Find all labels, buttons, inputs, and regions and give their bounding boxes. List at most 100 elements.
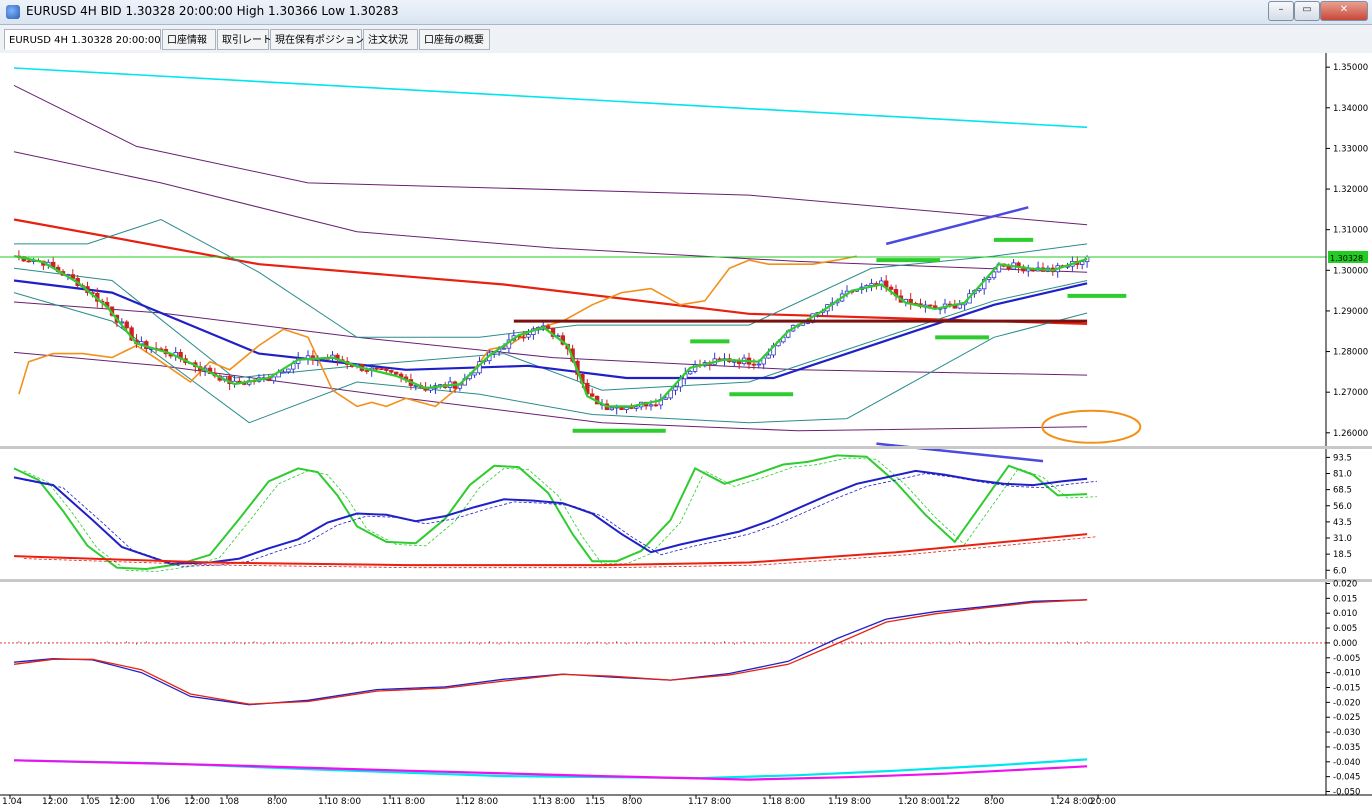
candle-body — [653, 404, 659, 407]
candle-body — [766, 354, 771, 359]
candle-body — [545, 325, 551, 329]
y-tick-label: 31.0 — [1333, 534, 1352, 544]
tab-orders[interactable]: 注文状況 — [363, 29, 418, 50]
y-tick-label: 43.5 — [1333, 518, 1352, 528]
tab-account-info[interactable]: 口座情報 — [162, 29, 216, 50]
x-tick-label: 1.22 — [940, 797, 960, 807]
y-tick-label: 0.015 — [1333, 594, 1357, 604]
tab-account-summary[interactable]: 口座毎の概要 — [419, 29, 490, 50]
candle-body — [609, 407, 614, 411]
x-tick-label: 1.19 8:00 — [828, 797, 871, 807]
y-tick-label: 0.000 — [1333, 639, 1357, 649]
maximize-button[interactable]: ▭ — [1294, 1, 1320, 21]
y-tick-label: 68.5 — [1333, 486, 1352, 496]
x-tick-label: 1.15 — [585, 797, 605, 807]
y-tick-label: 18.5 — [1333, 550, 1352, 560]
candle-body — [1080, 261, 1085, 265]
candle-body — [281, 371, 286, 374]
y-tick-label: -0.035 — [1333, 743, 1360, 753]
candle-body — [629, 407, 634, 409]
y-tick-label: 1.28000 — [1333, 348, 1368, 358]
window-title: EURUSD 4H BID 1.30328 20:00:00 High 1.30… — [26, 4, 399, 18]
candle-body — [590, 393, 595, 397]
y-tick-label: 1.31000 — [1333, 226, 1368, 236]
y-tick-label: 1.29000 — [1333, 307, 1368, 317]
y-tick-label: 0.010 — [1333, 609, 1357, 619]
y-tick-label: -0.005 — [1333, 654, 1360, 664]
candle-body — [364, 370, 369, 372]
y-tick-label: 1.32000 — [1333, 185, 1368, 195]
candle-body — [374, 367, 379, 370]
panel-separator — [0, 446, 1372, 449]
x-tick-label: 1.13 8:00 — [532, 797, 575, 807]
tab-chart[interactable]: EURUSD 4H 1.30328 20:00:00 — [4, 29, 161, 50]
y-tick-label: 1.33000 — [1333, 144, 1368, 154]
y-tick-label: -0.020 — [1333, 698, 1360, 708]
x-tick-label: 1.17 8:00 — [688, 797, 731, 807]
y-tick-label: 1.34000 — [1333, 104, 1368, 114]
candle-body — [389, 370, 394, 373]
y-tick-label: 81.0 — [1333, 470, 1352, 480]
y-tick-label: 1.30000 — [1333, 266, 1368, 276]
x-tick-label: 8:00 — [267, 797, 287, 807]
current-price-label: 1.30328 — [1330, 254, 1363, 263]
y-tick-label: -0.045 — [1333, 773, 1360, 783]
candle-body — [624, 407, 629, 410]
x-tick-label: 1.05 — [80, 797, 100, 807]
candle-body — [526, 334, 531, 338]
candle-body — [673, 386, 678, 391]
x-tick-label: 1.24 8:00 — [1050, 797, 1093, 807]
tab-positions[interactable]: 現在保有ポジション — [270, 29, 365, 50]
x-tick-label: 1.12 8:00 — [455, 797, 498, 807]
x-tick-label: 20:00 — [1090, 797, 1116, 807]
x-tick-label: 12:00 — [184, 797, 210, 807]
candle-body — [521, 336, 526, 339]
candle-body — [286, 368, 291, 373]
y-tick-label: -0.015 — [1333, 684, 1360, 694]
title-bar: EURUSD 4H BID 1.30328 20:00:00 High 1.30… — [0, 0, 1372, 25]
candle-body — [648, 404, 654, 407]
y-tick-label: 6.0 — [1333, 566, 1347, 576]
x-tick-label: 8:00 — [984, 797, 1004, 807]
x-tick-label: 1.08 — [219, 797, 239, 807]
candle-body — [501, 347, 507, 350]
minimize-button[interactable]: – — [1268, 1, 1294, 21]
candle-body — [384, 368, 389, 371]
x-tick-label: 12:00 — [109, 797, 135, 807]
y-tick-label: 1.27000 — [1333, 388, 1368, 398]
y-tick-label: 1.26000 — [1333, 429, 1368, 439]
candle-body — [379, 368, 384, 371]
tab-rates[interactable]: 取引レート — [217, 29, 272, 50]
y-tick-label: 0.020 — [1333, 579, 1357, 589]
y-tick-label: 93.5 — [1333, 453, 1352, 463]
x-tick-label: 1.06 — [150, 797, 170, 807]
panel-separator — [0, 579, 1372, 582]
candle-body — [124, 321, 129, 329]
candle-body — [888, 286, 894, 290]
y-tick-label: 0.005 — [1333, 624, 1357, 634]
x-tick-label: 1.20 8:00 — [898, 797, 941, 807]
x-tick-label: 1.04 — [2, 797, 22, 807]
y-tick-label: 56.0 — [1333, 502, 1352, 512]
candle-body — [26, 260, 31, 263]
tab-bar: EURUSD 4H 1.30328 20:00:00 口座情報 取引レート 現在… — [0, 25, 1372, 54]
x-tick-label: 12:00 — [42, 797, 68, 807]
candle-body — [751, 363, 757, 366]
candle-body — [393, 371, 399, 375]
chart-area[interactable]: 1.30328 1.35000 1.34000 1.33000 1.32000 1.310… — [0, 53, 1372, 810]
candle-body — [271, 376, 276, 382]
x-tick-label: 1.11 8:00 — [382, 797, 425, 807]
candle-body — [928, 304, 933, 307]
candle-body — [457, 384, 463, 389]
candle-body — [756, 363, 761, 366]
y-tick-label: -0.010 — [1333, 669, 1360, 679]
close-button[interactable]: ✕ — [1320, 1, 1368, 21]
x-tick-label: 8:00 — [622, 797, 642, 807]
y-tick-label: -0.030 — [1333, 728, 1360, 738]
y-tick-label: -0.025 — [1333, 713, 1360, 723]
candle-body — [688, 371, 693, 375]
y-tick-label: -0.050 — [1333, 788, 1360, 798]
candle-body — [957, 304, 962, 309]
candle-body — [663, 397, 668, 400]
x-tick-label: 1.10 8:00 — [318, 797, 361, 807]
